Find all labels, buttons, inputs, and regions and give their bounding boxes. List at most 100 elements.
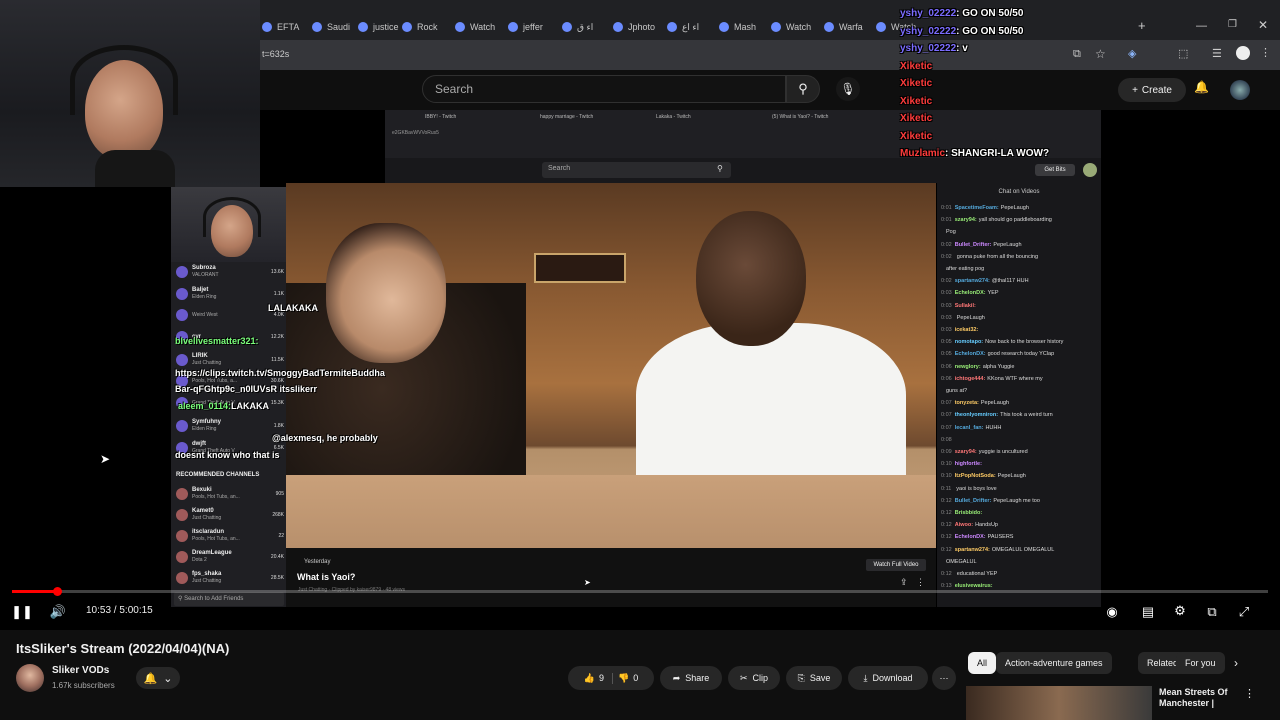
chip-for-you[interactable]: For you xyxy=(1176,652,1225,674)
pause-button[interactable]: ❚❚ xyxy=(11,604,33,620)
channel-text: Weird West xyxy=(192,312,218,319)
browser-tab[interactable]: EFTA xyxy=(262,18,299,36)
sidebar-channel[interactable]: LIRIK Just Chatting 11.5K xyxy=(176,353,284,367)
search-input[interactable]: Search xyxy=(422,75,786,103)
chat-text: gonna puke from all the bouncing xyxy=(956,253,1039,260)
search-friends-label: Search to Add Friends xyxy=(184,596,244,602)
create-button[interactable]: + Create xyxy=(1118,78,1186,102)
search-friends-input[interactable]: ⚲ Search to Add Friends xyxy=(174,592,284,606)
streamer-webcam-small xyxy=(171,187,286,262)
bookmark-star-icon[interactable]: ☆ xyxy=(1095,47,1106,61)
overlay-text: doesnt know who that is xyxy=(175,450,280,460)
share-button[interactable]: ➦ Share xyxy=(660,666,722,690)
recommended-channel[interactable]: DreamLeague Dota 2 20.4K xyxy=(176,550,284,564)
chat-timestamp: 0:13 xyxy=(941,583,952,590)
close-window-icon[interactable]: ✕ xyxy=(1258,18,1268,32)
browser-tab[interactable]: ﺍﺀ ﺍﻉ xyxy=(667,18,699,36)
channel-avatar xyxy=(176,354,188,366)
recommended-channel[interactable]: Kamet0 Just Chatting 268K xyxy=(176,508,284,522)
voice-search-button[interactable]: 🎙 xyxy=(836,77,860,101)
extension-icon[interactable]: ◈ xyxy=(1128,47,1136,60)
like-button[interactable]: 👍 9 xyxy=(584,672,613,684)
share-icon[interactable]: ⇪ xyxy=(900,577,908,588)
browser-tab[interactable]: ﺍﺀ ﻕ xyxy=(562,18,593,36)
stream-chat-message: Xiketic xyxy=(900,113,932,124)
sidebar-icon[interactable]: ☰ xyxy=(1212,47,1222,60)
url-text[interactable]: t=632s xyxy=(262,49,289,59)
channel-name: DreamLeague xyxy=(192,550,232,556)
subtitles-button[interactable]: ▤ xyxy=(1140,604,1156,620)
channel-avatar xyxy=(176,530,188,542)
twitch-avatar[interactable] xyxy=(1083,163,1097,177)
download-button[interactable]: ⤓ Download xyxy=(848,666,928,690)
twitch-search-input[interactable]: Search xyxy=(542,162,731,178)
sidebar-channel[interactable]: Baljet Elden Ring 1.1K xyxy=(176,287,284,301)
more-icon[interactable]: ⋮ xyxy=(916,577,925,588)
search-button[interactable]: ⚲ xyxy=(786,75,820,103)
extensions-puzzle-icon[interactable]: ⬚ xyxy=(1178,47,1188,60)
browser-tab[interactable]: Rock xyxy=(402,18,438,36)
inner-browser-tab[interactable]: IBBY! - Twitch xyxy=(425,114,456,120)
browser-tab[interactable]: jeffer xyxy=(508,18,543,36)
inner-browser-tab[interactable]: happy marriage - Twitch xyxy=(540,114,593,120)
account-avatar[interactable] xyxy=(1230,80,1250,100)
chat-text: PepeLaugh xyxy=(997,473,1026,480)
install-icon[interactable]: ⧉ xyxy=(1073,48,1081,61)
channel-avatar[interactable] xyxy=(16,664,44,692)
clip-button[interactable]: ✂ Clip xyxy=(728,666,780,690)
new-tab-icon[interactable]: + xyxy=(1138,18,1146,33)
tab-favicon-icon xyxy=(613,22,623,32)
create-label: Create xyxy=(1141,84,1172,96)
recommended-more-icon[interactable]: ⋮ xyxy=(1244,687,1255,700)
browser-tab[interactable]: Mash xyxy=(719,18,756,36)
inner-browser-tab[interactable]: (5) What is Yaoi? - Twitch xyxy=(772,114,828,120)
sidebar-channel[interactable]: Symfuhny Elden Ring 1.8K xyxy=(176,419,284,433)
chip-all[interactable]: All xyxy=(968,652,997,674)
notifications-bell-icon[interactable]: 🔔 xyxy=(1194,80,1209,94)
browser-tab[interactable]: Watch xyxy=(455,18,495,36)
chat-message: 0:03 PepeLaugh xyxy=(941,315,1099,321)
subscription-bell-button[interactable]: 🔔 ⌄ xyxy=(136,667,180,689)
channel-text: Bexuki Pools, Hot Tubs, an... xyxy=(192,487,240,501)
autoplay-toggle[interactable]: ◉ xyxy=(1104,604,1120,620)
get-bits-button[interactable]: Get Bits xyxy=(1035,164,1075,176)
stream-chat-message: yshy_02222: GO ON 50/50 xyxy=(900,8,1023,19)
recommended-channels-title: RECOMMENDED CHANNELS xyxy=(176,472,260,478)
channel-game: Elden Ring xyxy=(192,426,217,432)
browser-tab[interactable]: justice xyxy=(358,18,399,36)
chip-action-adventure-games[interactable]: Action-adventure games xyxy=(996,652,1112,674)
save-button[interactable]: ⎘ Save xyxy=(786,666,842,690)
more-actions-button[interactable]: ⋯ xyxy=(932,666,956,690)
fullscreen-button[interactable]: ⤢ xyxy=(1236,604,1252,620)
chevron-right-icon[interactable]: › xyxy=(1234,656,1238,670)
inner-browser-tab[interactable]: Lakaka - Twitch xyxy=(656,114,691,120)
maximize-icon[interactable]: ❐ xyxy=(1228,19,1237,30)
watch-full-video-button[interactable]: Watch Full Video xyxy=(866,559,926,571)
recommended-channel[interactable]: Bexuki Pools, Hot Tubs, an... 905 xyxy=(176,487,284,501)
minimize-icon[interactable]: — xyxy=(1196,20,1207,32)
dislike-button[interactable]: 👎 0 xyxy=(618,673,638,684)
menu-kebab-icon[interactable]: ⋮ xyxy=(1260,46,1271,59)
like-count: 9 xyxy=(598,672,604,683)
clip-video-frame[interactable] xyxy=(286,183,936,548)
sidebar-channel[interactable]: Subroza VALORANT 13.6K xyxy=(176,265,284,279)
tab-favicon-icon xyxy=(312,22,322,32)
channel-name[interactable]: Sliker VODs xyxy=(52,665,109,676)
mute-button[interactable]: 🔊 xyxy=(48,604,68,620)
browser-tab[interactable]: Jphoto xyxy=(613,18,655,36)
recommended-channel[interactable]: itsclaradun Pools, Hot Tubs, an... 22 xyxy=(176,529,284,543)
stream-chat-text: : v xyxy=(956,43,968,54)
browser-tab[interactable]: Watch xyxy=(771,18,811,36)
miniplayer-button[interactable]: ⧉ xyxy=(1204,604,1220,620)
progress-bar[interactable] xyxy=(12,590,1268,593)
profile-avatar[interactable] xyxy=(1236,46,1250,60)
recommended-video-thumbnail[interactable] xyxy=(966,686,1152,720)
twitch-search-icon[interactable]: ⚲ xyxy=(717,164,723,173)
browser-tab[interactable]: Saudi xyxy=(312,18,350,36)
stream-chat-user: Xiketic xyxy=(900,113,933,124)
stream-chat-text: : GO ON 50/50 xyxy=(956,25,1024,37)
recommended-channel[interactable]: fps_shaka Just Chatting 28.5K xyxy=(176,571,284,585)
recommended-video-title[interactable]: Mean Streets Of Manchester | xyxy=(1159,687,1280,709)
browser-tab[interactable]: Warfa xyxy=(824,18,863,36)
settings-button[interactable]: ⚙ xyxy=(1172,603,1188,619)
